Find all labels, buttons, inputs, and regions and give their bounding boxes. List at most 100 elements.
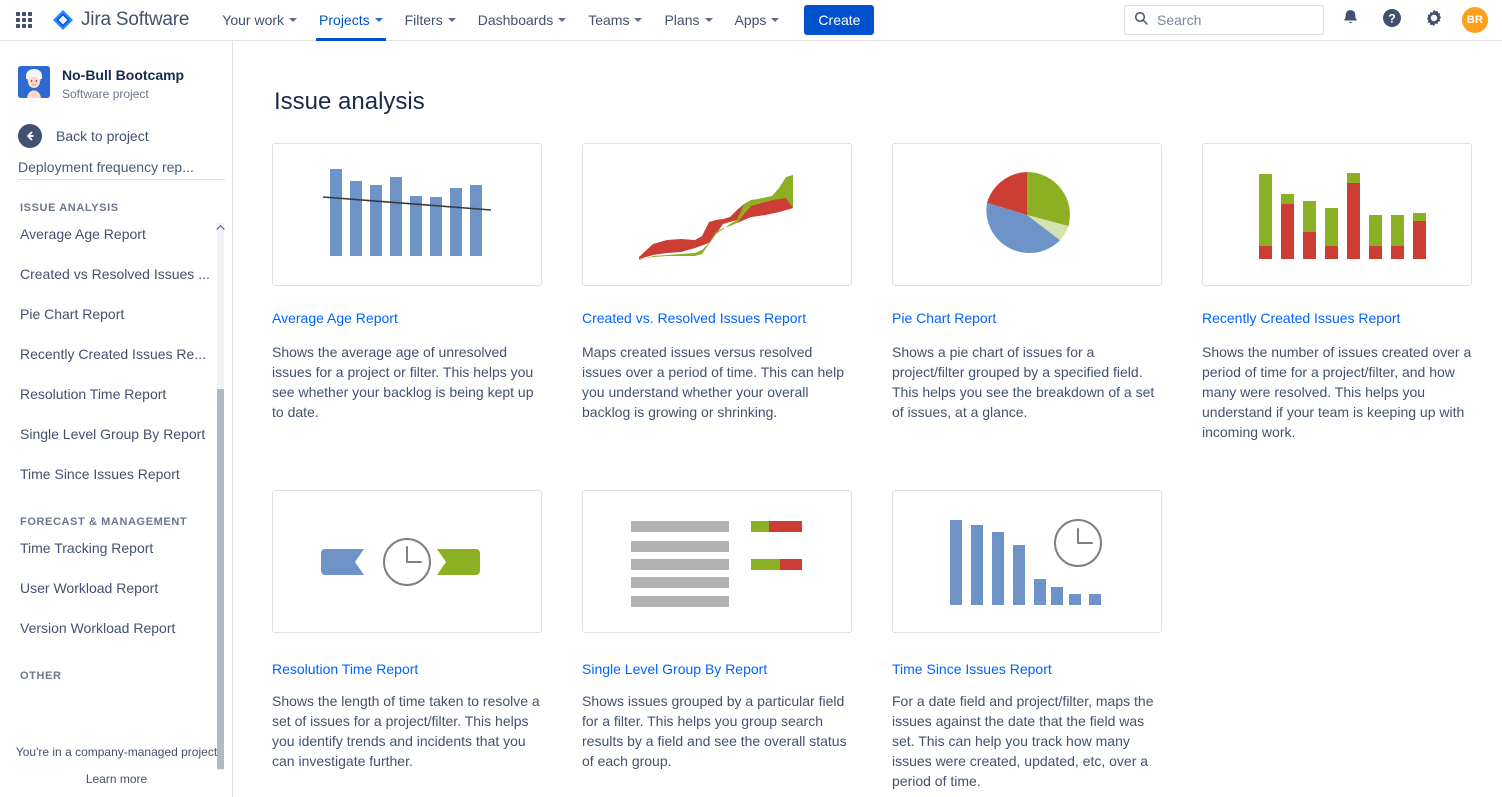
report-title-average-age[interactable]: Average Age Report (272, 308, 542, 328)
back-arrow-icon (18, 124, 42, 148)
jira-diamond-icon (52, 9, 74, 31)
project-header[interactable]: No-Bull Bootcamp Software project (0, 41, 232, 102)
notifications-bell-button[interactable] (1334, 4, 1366, 36)
project-meta: No-Bull Bootcamp Software project (62, 66, 184, 102)
report-description-average-age: Shows the average age of unresolved issu… (272, 344, 534, 420)
report-title-resolution-time[interactable]: Resolution Time Report (272, 659, 542, 679)
report-card-time-since-issues: Time Since Issues Report For a date fiel… (892, 490, 1162, 791)
nav-item-your-work[interactable]: Your work (211, 0, 308, 41)
nav-item-plans[interactable]: Plans (653, 0, 723, 41)
sidebar-section-other-title: OTHER (20, 670, 62, 682)
sidebar-section-issue-analysis-title: ISSUE ANALYSIS (20, 202, 119, 214)
create-button[interactable]: Create (804, 5, 875, 35)
back-to-project-label: Back to project (56, 128, 149, 144)
report-description-recently-created: Shows the number of issues created over … (1202, 344, 1472, 440)
nav-item-teams[interactable]: Teams (577, 0, 653, 41)
chevron-down-icon (374, 18, 383, 22)
jira-software-logo[interactable]: Jira Software (52, 9, 189, 31)
chevron-down-icon (289, 18, 298, 22)
resolution-time-report-thumbnail[interactable] (272, 490, 542, 633)
nav-item-label: Filters (404, 12, 443, 28)
brand-text: Jira Software (81, 9, 190, 30)
grouped-list-icon (631, 521, 802, 607)
nav-item-label: Plans (664, 12, 700, 28)
nav-item-filters[interactable]: Filters (394, 0, 467, 41)
nav-item-apps[interactable]: Apps (724, 0, 791, 41)
top-navigation-bar: Jira Software Your work Projects Filters… (0, 0, 1502, 41)
report-card-recently-created: Recently Created Issues Report Shows the… (1202, 143, 1472, 442)
nav-item-label: Your work (222, 12, 285, 28)
sidebar-item-resolution-time-report[interactable]: Resolution Time Report (0, 374, 232, 414)
report-card-average-age: Average Age Report Shows the average age… (272, 143, 542, 442)
chevron-down-icon (447, 18, 456, 22)
report-title-recently-created[interactable]: Recently Created Issues Report (1202, 308, 1472, 328)
report-title-time-since-issues[interactable]: Time Since Issues Report (892, 659, 1162, 679)
settings-button[interactable] (1418, 4, 1450, 36)
primary-nav-items: Your work Projects Filters Dashboards Te… (211, 0, 875, 41)
recently-created-issues-thumbnail[interactable] (1202, 143, 1472, 286)
average-age-report-thumbnail[interactable] (272, 143, 542, 286)
report-description-created-vs-resolved: Maps created issues versus resolved issu… (582, 344, 844, 420)
descending-bars-with-clock-icon (950, 519, 1102, 605)
project-name: No-Bull Bootcamp (62, 67, 185, 83)
report-card-pie-chart: Pie Chart Report Shows a pie chart of is… (892, 143, 1162, 442)
report-card-created-vs-resolved: Created vs. Resolved Issues Report Maps … (582, 143, 852, 442)
time-since-issues-thumbnail[interactable] (892, 490, 1162, 633)
stacked-bar-chart-icon (1259, 173, 1426, 259)
report-description-pie-chart: Shows a pie chart of issues for a projec… (892, 344, 1155, 420)
nav-item-dashboards[interactable]: Dashboards (467, 0, 578, 41)
report-title-single-level-group-by[interactable]: Single Level Group By Report (582, 659, 852, 679)
report-description-time-since-issues: For a date field and project/filter, map… (892, 693, 1154, 789)
nav-right-group: ? BR (1124, 4, 1502, 36)
project-sidebar: No-Bull Bootcamp Software project Back t… (0, 41, 233, 797)
apps-grid-icon (16, 12, 32, 28)
page-title: Issue analysis (274, 88, 425, 115)
search-box[interactable] (1124, 5, 1324, 35)
notifications-bell-icon (1341, 8, 1360, 32)
sidebar-item-time-tracking-report[interactable]: Time Tracking Report (0, 528, 232, 568)
sidebar-scrollbar[interactable] (216, 223, 225, 770)
sidebar-item-single-level-group-by[interactable]: Single Level Group By Report (0, 414, 232, 454)
chevron-down-icon (634, 18, 643, 22)
sidebar-item-pie-chart-report[interactable]: Pie Chart Report (0, 294, 232, 334)
project-type: Software project (62, 87, 149, 101)
chevron-down-icon (771, 18, 780, 22)
project-avatar-icon (18, 66, 50, 98)
sidebar-footer: You're in a company-managed project Lear… (0, 742, 232, 789)
sidebar-section-forecast-management-title: FORECAST & MANAGEMENT (20, 516, 188, 528)
report-title-pie-chart[interactable]: Pie Chart Report (892, 308, 1162, 328)
report-card-grid: Average Age Report Shows the average age… (272, 143, 1502, 791)
nav-item-projects[interactable]: Projects (308, 0, 394, 41)
created-vs-resolved-thumbnail[interactable] (582, 143, 852, 286)
user-avatar[interactable]: BR (1462, 7, 1488, 33)
search-icon (1134, 11, 1148, 30)
sidebar-item-user-workload-report[interactable]: User Workload Report (0, 568, 232, 608)
help-icon: ? (1382, 8, 1402, 33)
single-level-group-by-thumbnail[interactable] (582, 490, 852, 633)
sidebar-item-time-since-issues[interactable]: Time Since Issues Report (0, 454, 232, 494)
report-description-resolution-time: Shows the length of time taken to resolv… (272, 693, 540, 769)
scroll-up-arrow-icon[interactable] (216, 223, 225, 232)
pie-chart-thumbnail[interactable] (892, 143, 1162, 286)
sidebar-item-deployment-frequency[interactable]: Deployment frequency rep... (0, 159, 232, 179)
sidebar-scrollbar-thumb[interactable] (217, 389, 224, 769)
sidebar-item-average-age-report[interactable]: Average Age Report (0, 214, 232, 254)
arrows-and-clock-icon (321, 538, 480, 586)
sidebar-item-recently-created-issues[interactable]: Recently Created Issues Re... (0, 334, 232, 374)
nav-item-label: Apps (734, 12, 767, 28)
report-title-created-vs-resolved[interactable]: Created vs. Resolved Issues Report (582, 308, 852, 328)
back-to-project-button[interactable]: Back to project (0, 102, 232, 148)
svg-text:?: ? (1388, 11, 1395, 25)
sidebar-nav-scroll-area: Deployment frequency rep... ISSUE ANALYS… (0, 159, 232, 759)
search-input[interactable] (1155, 11, 1305, 29)
app-switcher-button[interactable] (8, 4, 40, 36)
pie-chart-icon (986, 172, 1070, 254)
report-card-single-level-group-by: Single Level Group By Report Shows issue… (582, 490, 852, 791)
sidebar-item-created-vs-resolved[interactable]: Created vs Resolved Issues ... (0, 254, 232, 294)
main-content: Issue analysis Average Age Report Shows … (234, 41, 1502, 797)
learn-more-link[interactable]: Learn more (0, 769, 232, 789)
area-chart-icon (639, 175, 793, 260)
nav-item-label: Teams (588, 12, 630, 28)
help-button[interactable]: ? (1376, 4, 1408, 36)
sidebar-item-version-workload-report[interactable]: Version Workload Report (0, 608, 232, 648)
